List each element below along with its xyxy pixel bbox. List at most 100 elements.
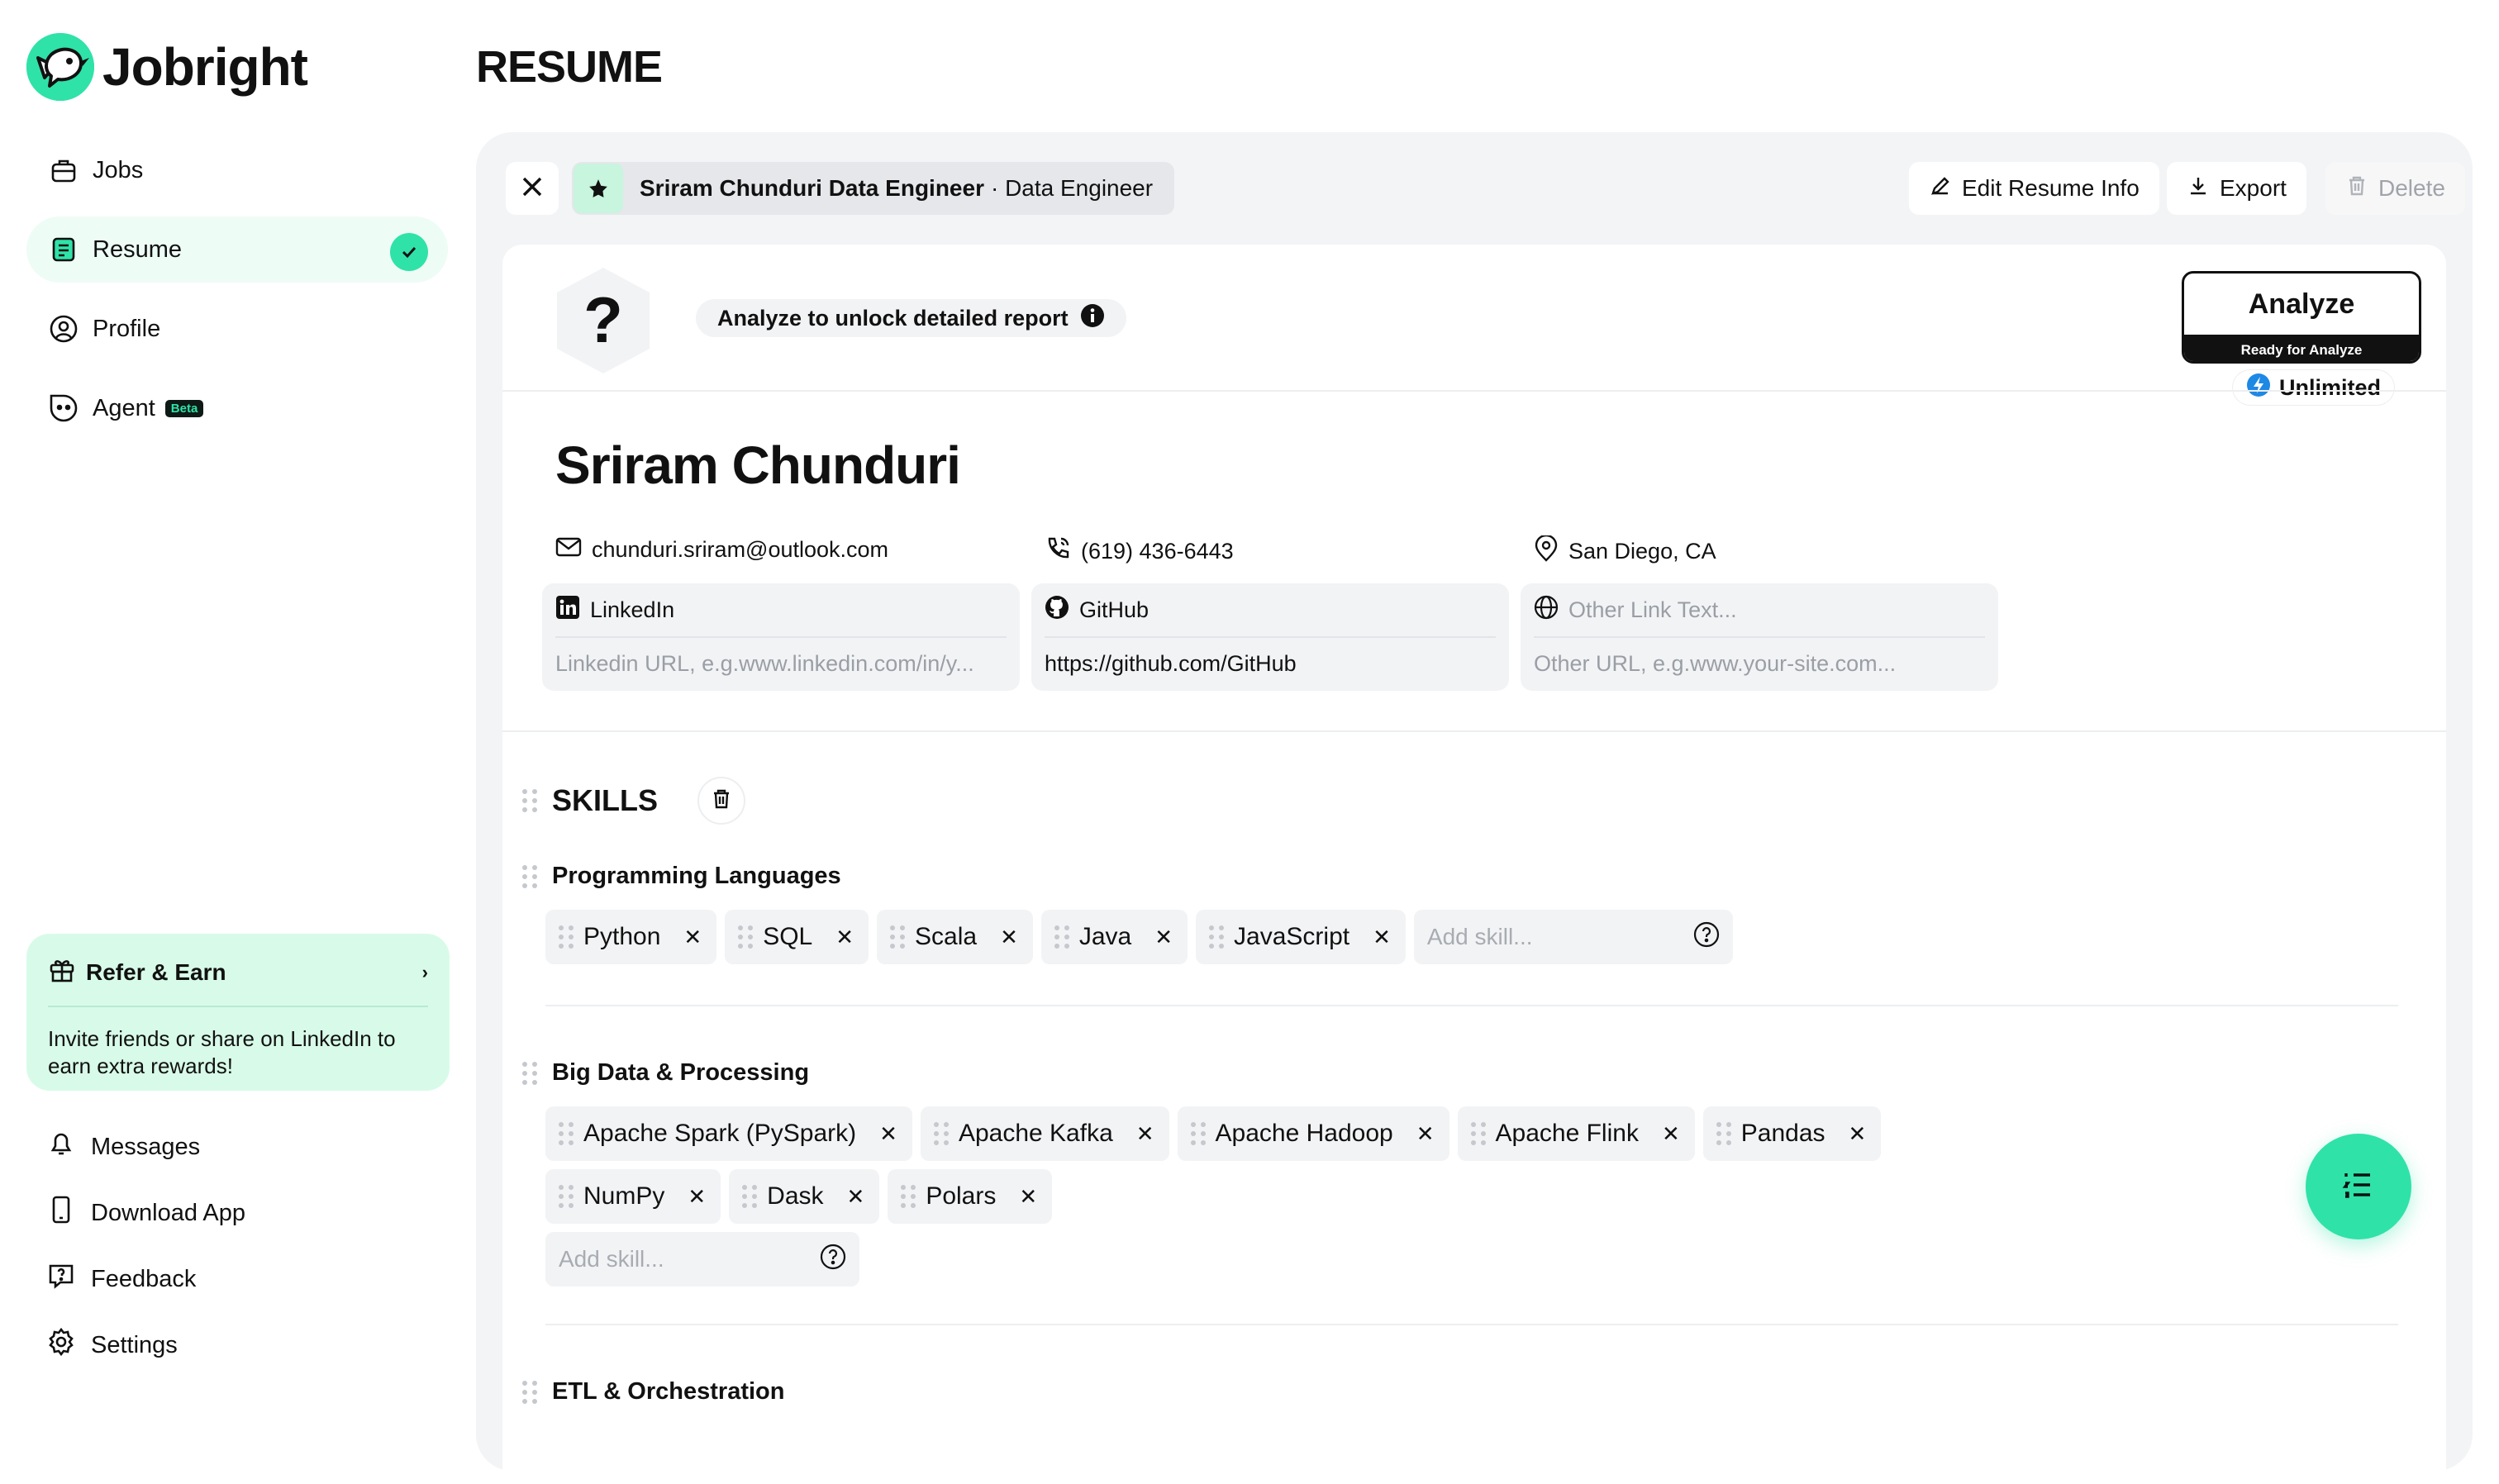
- remove-icon[interactable]: ✕: [1019, 1184, 1037, 1210]
- brand-logo[interactable]: Jobright: [26, 33, 308, 101]
- other-link-label-input[interactable]: Other Link Text...: [1568, 597, 1737, 623]
- lightning-icon: [2246, 373, 2271, 403]
- phone-field[interactable]: (619) 436-6443: [1045, 535, 1234, 568]
- resume-selector[interactable]: Sriram Chunduri Data Engineer · Data Eng…: [572, 162, 1175, 215]
- skill-chip[interactable]: JavaScript ✕: [1196, 910, 1406, 964]
- remove-icon[interactable]: ✕: [688, 1184, 706, 1210]
- trash-icon: [2345, 174, 2368, 203]
- skill-label: Apache Flink: [1495, 1120, 1639, 1147]
- add-skill-input[interactable]: Add skill...: [545, 1232, 859, 1287]
- download-icon: [2187, 174, 2210, 203]
- analyze-button[interactable]: Analyze Ready for Analyze: [2182, 271, 2421, 364]
- drag-handle-icon[interactable]: [522, 1061, 537, 1085]
- category-title[interactable]: Big Data & Processing: [552, 1059, 809, 1087]
- linkedin-url-input[interactable]: Linkedin URL, e.g.www.linkedin.com/in/y.…: [555, 638, 1007, 689]
- globe-icon: [1534, 595, 1559, 625]
- remove-icon[interactable]: ✕: [1416, 1121, 1435, 1147]
- remove-icon[interactable]: ✕: [1373, 925, 1391, 950]
- sidebar-item-label: Jobs: [93, 156, 144, 183]
- drag-handle-icon[interactable]: [933, 1122, 949, 1145]
- help-icon[interactable]: [1693, 921, 1720, 954]
- drag-handle-icon[interactable]: [901, 1185, 916, 1208]
- drag-handle-icon[interactable]: [738, 925, 754, 949]
- drag-handle-icon[interactable]: [522, 864, 537, 888]
- drag-handle-icon[interactable]: [1190, 1122, 1206, 1145]
- remove-icon[interactable]: ✕: [835, 925, 854, 950]
- beta-badge: Beta: [164, 399, 204, 417]
- resume-role: · Data Engineer: [990, 175, 1154, 201]
- skill-label: NumPy: [583, 1182, 665, 1210]
- sidebar-item-jobs[interactable]: Jobs: [26, 137, 448, 203]
- skill-chip[interactable]: SQL ✕: [725, 910, 869, 964]
- skill-chip[interactable]: NumPy ✕: [545, 1169, 721, 1224]
- skill-label: Java: [1078, 923, 1132, 950]
- category-title[interactable]: Programming Languages: [552, 863, 841, 890]
- remove-icon[interactable]: ✕: [1849, 1121, 1867, 1147]
- skill-chip[interactable]: Polars ✕: [888, 1169, 1053, 1224]
- add-skill-input[interactable]: Add skill...: [1413, 910, 1733, 964]
- skill-chip[interactable]: Python ✕: [545, 910, 717, 964]
- edit-resume-info-button[interactable]: Edit Resume Info: [1909, 162, 2159, 215]
- remove-icon[interactable]: ✕: [683, 925, 702, 950]
- bell-icon: [46, 1129, 76, 1165]
- remove-icon[interactable]: ✕: [1136, 1121, 1154, 1147]
- skill-chip[interactable]: Scala ✕: [877, 910, 1033, 964]
- drag-handle-icon[interactable]: [1470, 1122, 1486, 1145]
- remove-icon[interactable]: ✕: [879, 1121, 897, 1147]
- email-field[interactable]: chunduri.sriram@outlook.com: [555, 535, 888, 564]
- location-value: San Diego, CA: [1568, 539, 1716, 564]
- info-icon[interactable]: [1080, 303, 1105, 334]
- skill-chip[interactable]: Java ✕: [1040, 910, 1188, 964]
- drag-handle-icon[interactable]: [1716, 1122, 1731, 1145]
- skill-chip[interactable]: Apache Hadoop ✕: [1177, 1106, 1449, 1161]
- feedback-icon: [46, 1261, 76, 1297]
- remove-icon[interactable]: ✕: [847, 1184, 865, 1210]
- close-button[interactable]: [506, 162, 559, 215]
- skill-chip[interactable]: Apache Spark (PySpark) ✕: [545, 1106, 912, 1161]
- analyze-hint: Analyze to unlock detailed report: [696, 299, 1126, 337]
- remove-icon[interactable]: ✕: [1000, 925, 1018, 950]
- drag-handle-icon[interactable]: [1054, 925, 1069, 949]
- sidebar-item-label: Download App: [91, 1199, 246, 1226]
- drag-handle-icon[interactable]: [559, 925, 574, 949]
- skill-chip[interactable]: Apache Flink ✕: [1457, 1106, 1695, 1161]
- linkedin-label[interactable]: LinkedIn: [590, 597, 674, 623]
- drag-handle-icon[interactable]: [559, 1122, 574, 1145]
- skill-label: JavaScript: [1234, 923, 1350, 950]
- export-button[interactable]: Export: [2167, 162, 2306, 215]
- star-icon: [574, 164, 623, 213]
- remove-icon[interactable]: ✕: [1662, 1121, 1680, 1147]
- refer-description: Invite friends or share on LinkedIn to e…: [48, 1026, 396, 1078]
- outline-toggle-button[interactable]: [2306, 1134, 2411, 1239]
- drag-handle-icon[interactable]: [890, 925, 906, 949]
- drag-handle-icon[interactable]: [522, 1380, 537, 1404]
- location-field[interactable]: San Diego, CA: [1534, 534, 1716, 568]
- sidebar-item-messages[interactable]: Messages: [46, 1129, 200, 1165]
- skill-chip[interactable]: Pandas ✕: [1702, 1106, 1882, 1161]
- sidebar-item-agent[interactable]: Agent Beta: [26, 375, 448, 441]
- sidebar-item-settings[interactable]: Settings: [46, 1327, 178, 1363]
- refer-and-earn-card[interactable]: Refer & Earn › Invite friends or share o…: [26, 934, 450, 1091]
- github-label[interactable]: GitHub: [1079, 597, 1149, 623]
- sidebar-item-download-app[interactable]: Download App: [46, 1195, 245, 1231]
- phone-value: (619) 436-6443: [1081, 539, 1234, 564]
- category-title[interactable]: ETL & Orchestration: [552, 1378, 784, 1406]
- checkmark-icon: [390, 233, 428, 271]
- other-url-input[interactable]: Other URL, e.g.www.your-site.com...: [1534, 638, 1985, 689]
- drag-handle-icon[interactable]: [559, 1185, 574, 1208]
- robot-face-icon: [48, 392, 79, 424]
- candidate-name[interactable]: Sriram Chunduri: [555, 435, 961, 496]
- sidebar-item-profile[interactable]: Profile: [26, 296, 448, 362]
- sidebar-item-resume[interactable]: Resume: [26, 216, 448, 283]
- github-url-input[interactable]: https://github.com/GitHub: [1045, 638, 1496, 689]
- drag-handle-icon[interactable]: [1209, 925, 1225, 949]
- drag-handle-icon[interactable]: [522, 789, 537, 812]
- remove-icon[interactable]: ✕: [1154, 925, 1173, 950]
- skill-chip[interactable]: Apache Kafka ✕: [920, 1106, 1169, 1161]
- delete-button[interactable]: Delete: [2325, 162, 2465, 215]
- skill-chip[interactable]: Dask ✕: [729, 1169, 880, 1224]
- help-icon[interactable]: [820, 1244, 846, 1276]
- delete-section-button[interactable]: [697, 777, 746, 825]
- drag-handle-icon[interactable]: [742, 1185, 758, 1208]
- sidebar-item-feedback[interactable]: Feedback: [46, 1261, 196, 1297]
